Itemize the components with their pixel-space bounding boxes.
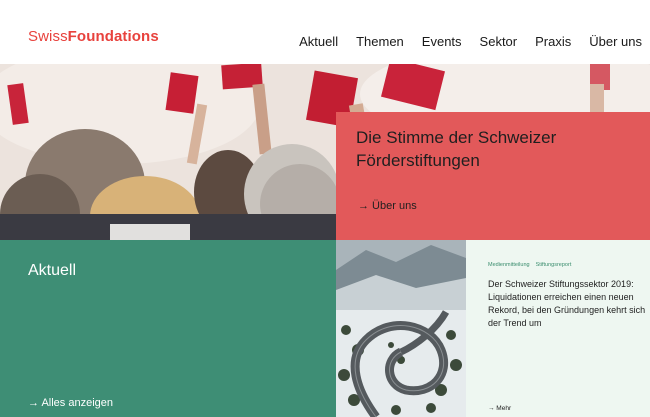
nav-item-events[interactable]: Events xyxy=(422,34,462,49)
news-tag[interactable]: Medienmitteilung xyxy=(488,262,530,268)
main-nav: Aktuell Themen Events Sektor Praxis Über… xyxy=(299,34,642,49)
nav-item-praxis[interactable]: Praxis xyxy=(535,34,571,49)
aktuell-heading: Aktuell xyxy=(28,262,77,279)
news-tag[interactable]: Stiftungsreport xyxy=(536,262,572,268)
news-headline[interactable]: Der Schweizer Stiftungssektor 2019: Liqu… xyxy=(488,278,646,330)
logo-bold-text: Foundations xyxy=(67,28,159,45)
hero-intro-card: Die Stimme der Schweizer Förderstiftunge… xyxy=(336,112,650,240)
site-logo[interactable]: SwissFoundations xyxy=(28,28,159,45)
nav-item-sektor[interactable]: Sektor xyxy=(480,34,518,49)
mehr-link[interactable]: → Mehr xyxy=(488,405,511,412)
ueber-uns-link[interactable]: → Über uns xyxy=(358,200,417,212)
news-tags: Medienmitteilung Stiftungsreport xyxy=(488,262,571,268)
news-card[interactable]: Medienmitteilung Stiftungsreport Der Sch… xyxy=(466,240,650,417)
site-header: SwissFoundations Aktuell Themen Events S… xyxy=(0,0,650,64)
logo-light-text: Swiss xyxy=(28,28,68,45)
hero-image: Die Stimme der Schweizer Förderstiftunge… xyxy=(0,64,650,240)
nav-item-themen[interactable]: Themen xyxy=(356,34,404,49)
alles-anzeigen-link[interactable]: → Alles anzeigen xyxy=(28,397,113,409)
nav-item-aktuell[interactable]: Aktuell xyxy=(299,34,338,49)
winding-road-illustration xyxy=(336,240,466,417)
nav-item-ueber-uns[interactable]: Über uns xyxy=(589,34,642,49)
aktuell-section: Aktuell → Alles anzeigen xyxy=(0,240,336,417)
hero-title: Die Stimme der Schweizer Förderstiftunge… xyxy=(356,128,557,170)
news-image[interactable] xyxy=(336,240,466,417)
